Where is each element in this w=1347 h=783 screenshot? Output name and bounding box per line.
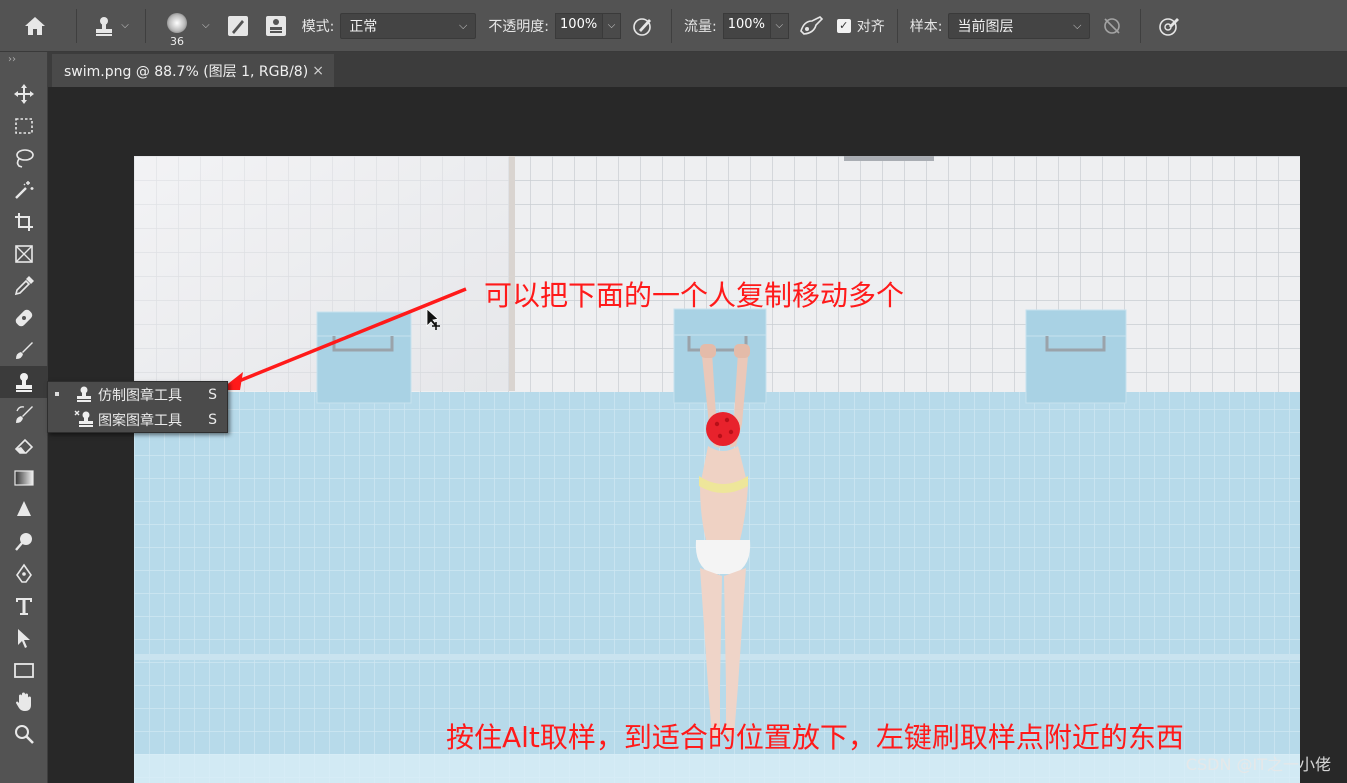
shortcut-key: S bbox=[208, 386, 217, 403]
annotation-top-text: 可以把下面的一个人复制移动多个 bbox=[484, 279, 905, 312]
clone-stamp-icon bbox=[77, 386, 91, 402]
pattern-stamp-icon bbox=[74, 410, 93, 427]
flyout-item-pattern-stamp[interactable]: 图案图章工具 S bbox=[48, 407, 227, 432]
flyout-item-label: 仿制图章工具 bbox=[98, 387, 182, 404]
annotation-bottom-text: 按住Alt取样，到适合的位置放下，左键刷取样点附近的东西 bbox=[446, 721, 1184, 754]
csdn-watermark: CSDN @IT之一小佬 bbox=[1185, 755, 1331, 774]
flyout-item-label: 图案图章工具 bbox=[98, 412, 182, 429]
selected-bullet-icon bbox=[55, 392, 59, 396]
clone-stamp-flyout-menu: 仿制图章工具 S 图案图章工具 S bbox=[47, 381, 228, 433]
shortcut-key: S bbox=[208, 411, 217, 428]
flyout-item-clone-stamp[interactable]: 仿制图章工具 S bbox=[48, 382, 227, 407]
